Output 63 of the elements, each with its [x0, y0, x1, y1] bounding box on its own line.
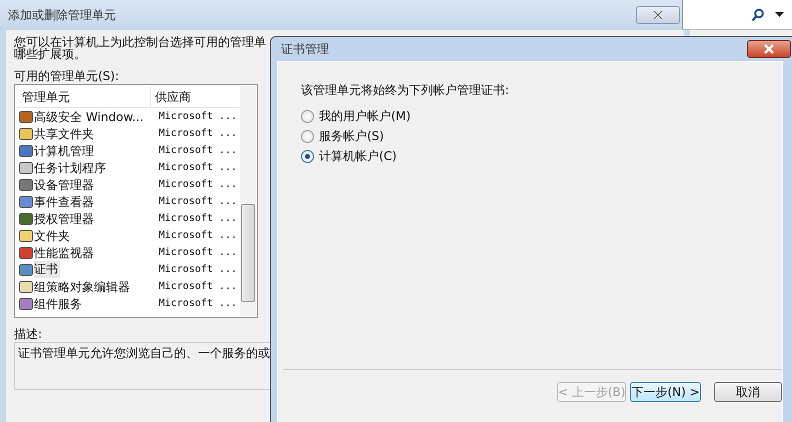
description-label: 描述: [14, 326, 44, 340]
snap-in-name[interactable]: 计算机管理 [34, 142, 154, 158]
account-option[interactable]: 计算机帐户(C) [301, 146, 782, 166]
snap-in-icon [18, 194, 34, 210]
snap-in-icon [18, 296, 34, 312]
vendor-cell-text: Microsoft ... [158, 264, 238, 275]
snap-in-name[interactable]: 任务计划程序 [34, 160, 154, 176]
snap-in-icon [18, 278, 34, 294]
snap-in-icon [18, 244, 34, 260]
vendor-cell-text: Microsoft ... [158, 298, 238, 309]
snap-in-name[interactable]: 证书 [34, 261, 60, 278]
prompt-text: 该管理单元将始终为下列帐户管理证书: [301, 82, 510, 98]
account-option[interactable]: 服务帐户(S) [301, 126, 782, 146]
radio-button[interactable] [301, 110, 314, 122]
snap-in-icon [18, 228, 34, 244]
snap-in-name[interactable]: 事件查看器 [34, 194, 154, 210]
window-title: 添加或删除管理单元 [8, 6, 116, 24]
vendor-cell-text: Microsoft ... [158, 162, 238, 173]
wizard-button[interactable]: 下一步(N) > [630, 382, 701, 402]
column-header[interactable]: 管理单元 [18, 87, 151, 107]
scrollbar[interactable] [240, 86, 256, 316]
radio-button[interactable] [301, 130, 314, 142]
vendor-cell-text: Microsoft ... [158, 230, 238, 241]
snap-in-icon [18, 176, 34, 192]
intro-text: 您可以在计算机上为此控制台选择可用的管理单 [14, 36, 266, 48]
vendor-cell-text: Microsoft ... [158, 281, 238, 292]
snap-in-name[interactable]: 组策略对象编辑器 [34, 278, 154, 294]
snap-in-icon [18, 142, 34, 158]
window-title: 证书管理 [281, 40, 329, 58]
snap-in-icon [18, 108, 34, 124]
snap-in-name[interactable]: 文件夹 [34, 228, 154, 244]
radio-button[interactable] [301, 150, 314, 162]
snap-in-name[interactable]: 设备管理器 [34, 176, 154, 192]
vendor-cell-text: Microsoft ... [158, 179, 238, 190]
close-button[interactable] [747, 40, 791, 58]
snap-in-name[interactable]: 授权管理器 [34, 210, 154, 226]
snap-in-icon [18, 126, 34, 142]
dropdown-caret-icon[interactable] [775, 12, 784, 18]
search-bar[interactable] [682, 0, 792, 30]
close-button[interactable] [636, 6, 680, 24]
vendor-cell-text: Microsoft ... [158, 196, 238, 207]
intro-text: 哪些扩展项。 [14, 48, 86, 60]
account-option[interactable]: 我的用户帐户(M) [301, 106, 782, 126]
snap-in-name[interactable]: 性能监视器 [34, 244, 154, 260]
close-icon [762, 44, 776, 54]
vendor-cell-text: Microsoft ... [158, 128, 238, 139]
snap-in-icon [18, 262, 34, 278]
vendor-cell-text: Microsoft ... [158, 111, 238, 122]
snap-in-list[interactable] [14, 84, 258, 318]
snap-in-icon [18, 210, 34, 226]
snap-in-name[interactable]: 共享文件夹 [34, 126, 154, 142]
vendor-cell-text: Microsoft ... [158, 247, 238, 258]
close-icon [651, 10, 665, 20]
vendor-cell-text: Microsoft ... [158, 213, 238, 224]
snap-in-name[interactable]: 高级安全 Window... [34, 108, 154, 124]
snap-in-icon [18, 160, 34, 176]
column-header[interactable]: 供应商 [151, 87, 191, 107]
snap-in-name[interactable]: 组件服务 [34, 296, 154, 312]
vendor-cell-text: Microsoft ... [158, 145, 238, 156]
list-label: 可用的管理单元(S): [14, 68, 120, 82]
search-icon[interactable] [751, 8, 765, 22]
wizard-button[interactable]: 取消 [714, 382, 782, 402]
scroll-thumb[interactable] [241, 204, 255, 302]
